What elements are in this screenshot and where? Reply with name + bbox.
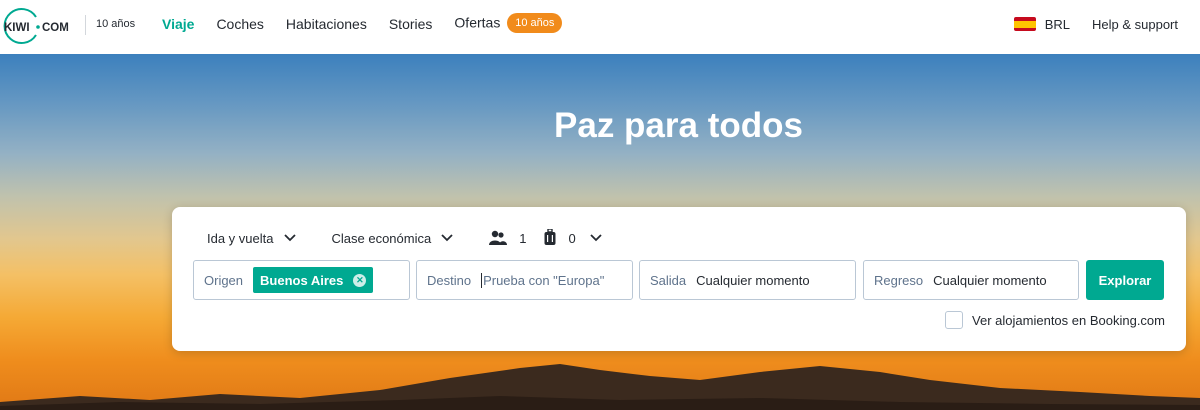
luggage-icon xyxy=(544,229,556,245)
passengers-select[interactable]: 1 xyxy=(489,230,526,246)
bags-select[interactable]: 0 xyxy=(544,229,613,247)
chevron-down-icon xyxy=(441,234,453,242)
ofertas-badge: 10 años xyxy=(507,13,563,33)
main-nav: Viaje Coches Habitaciones Stories Oferta… xyxy=(162,0,584,48)
nav-viaje[interactable]: Viaje xyxy=(162,16,194,32)
return-label: Regreso xyxy=(874,272,924,288)
origin-chip[interactable]: Buenos Aires ✕ xyxy=(253,267,374,293)
search-options: Ida y vuelta Clase económica 1 0 xyxy=(207,228,632,248)
nav-ofertas[interactable]: Ofertas 10 años xyxy=(454,13,563,34)
nav-habitaciones[interactable]: Habitaciones xyxy=(286,16,367,32)
top-header: KIWI COM 10 años Viaje Coches Habitacion… xyxy=(0,0,1200,54)
passengers-count: 1 xyxy=(519,230,527,246)
cabin-class-select[interactable]: Clase económica xyxy=(332,231,454,246)
return-value: Cualquier momento xyxy=(933,272,1047,288)
departure-field[interactable]: Salida Cualquier momento xyxy=(639,260,856,300)
close-icon[interactable]: ✕ xyxy=(353,273,367,287)
nav-stories[interactable]: Stories xyxy=(389,16,433,32)
chevron-down-icon xyxy=(283,234,296,242)
departure-label: Salida xyxy=(650,272,687,288)
spain-flag-icon xyxy=(1013,17,1036,31)
cabin-class-label: Clase económica xyxy=(331,230,432,246)
mountain-silhouette xyxy=(0,364,1200,410)
destination-label: Destino xyxy=(427,272,472,288)
booking-option[interactable]: Ver alojamientos en Booking.com xyxy=(945,311,1165,329)
trip-type-select[interactable]: Ida y vuelta xyxy=(207,231,296,246)
origin-chip-label: Buenos Aires xyxy=(260,272,344,288)
svg-text:COM: COM xyxy=(42,22,69,34)
help-support-link[interactable]: Help & support xyxy=(1092,17,1178,32)
currency-label: BRL xyxy=(1044,16,1070,32)
destination-input[interactable] xyxy=(481,272,622,288)
hero-title: Paz para todos xyxy=(554,106,803,145)
origin-label: Origen xyxy=(204,272,244,288)
passengers-icon xyxy=(489,230,508,245)
return-field[interactable]: Regreso Cualquier momento xyxy=(863,260,1079,300)
header-right: BRL Help & support xyxy=(1013,0,1178,48)
departure-value: Cualquier momento xyxy=(696,272,810,288)
booking-checkbox[interactable] xyxy=(945,311,964,329)
kiwi-logo[interactable]: KIWI COM xyxy=(0,6,80,46)
anniversary-label: 10 años xyxy=(96,18,136,30)
trip-type-label: Ida y vuelta xyxy=(207,230,274,246)
booking-checkbox-label: Ver alojamientos en Booking.com xyxy=(972,312,1165,328)
nav-ofertas-label: Ofertas xyxy=(454,14,501,31)
explore-button[interactable]: Explorar xyxy=(1086,260,1164,300)
currency-selector[interactable]: BRL xyxy=(1013,16,1070,32)
chevron-down-icon xyxy=(590,234,602,242)
nav-coches[interactable]: Coches xyxy=(216,16,263,32)
destination-field[interactable]: Destino xyxy=(416,260,633,300)
svg-text:KIWI: KIWI xyxy=(4,22,30,34)
origin-field[interactable]: Origen Buenos Aires ✕ xyxy=(193,260,410,300)
logo-divider xyxy=(85,15,86,35)
search-card: Ida y vuelta Clase económica 1 0 Origen … xyxy=(172,207,1186,351)
bags-count: 0 xyxy=(568,230,576,246)
